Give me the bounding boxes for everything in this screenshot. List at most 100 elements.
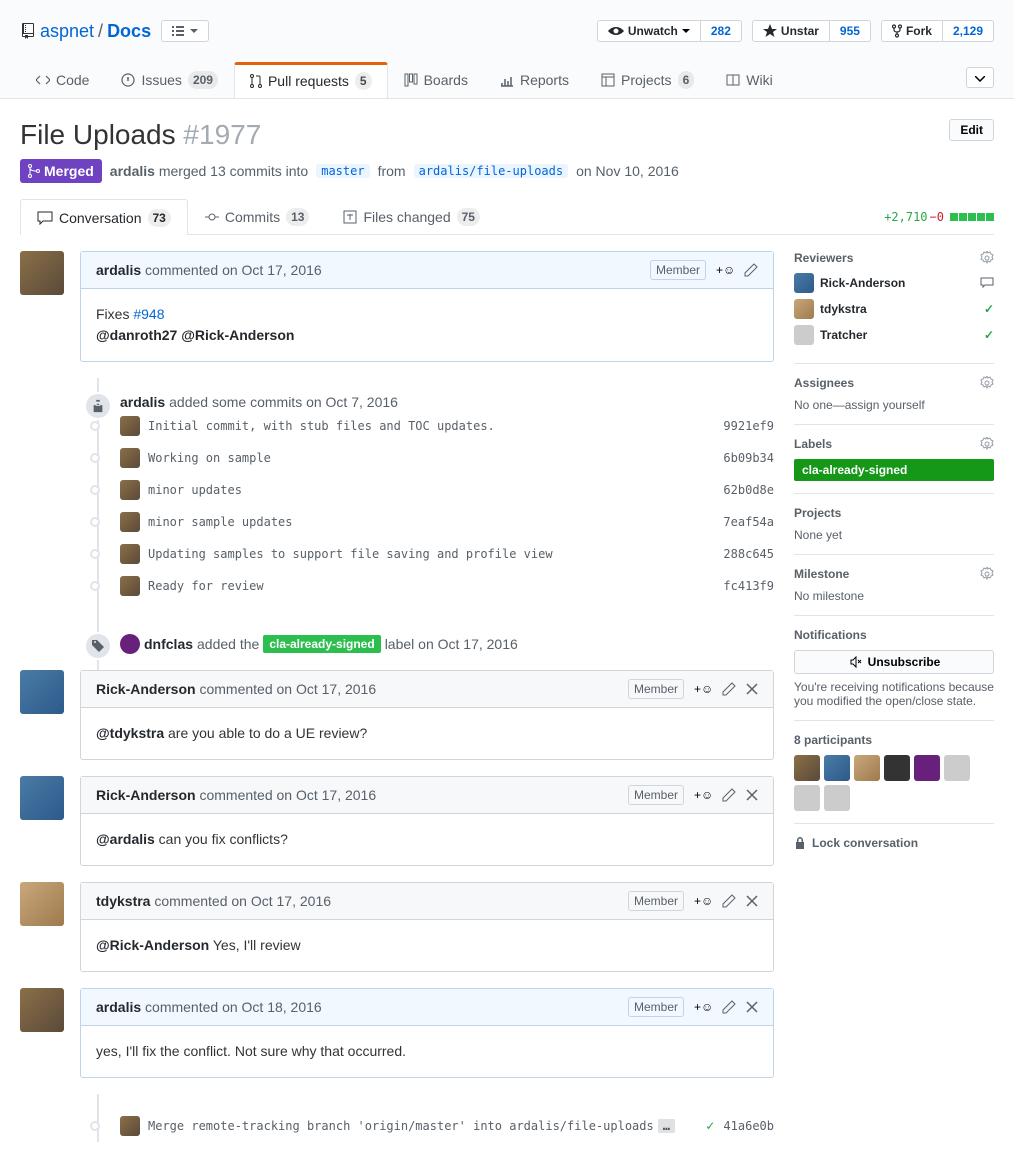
commit-sha[interactable]: fc413f9 xyxy=(723,579,774,593)
star-count[interactable]: 955 xyxy=(830,20,871,42)
commit-sha[interactable]: 6b09b34 xyxy=(723,451,774,465)
tab-files[interactable]: Files changed 75 xyxy=(326,199,497,234)
expand-ellipsis-button[interactable]: … xyxy=(658,1119,675,1133)
watch-count[interactable]: 282 xyxy=(701,20,742,42)
fork-button[interactable]: Fork xyxy=(881,20,943,42)
lock-conversation-link[interactable]: Lock conversation xyxy=(794,824,994,850)
issue-link[interactable]: #948 xyxy=(133,306,164,322)
close-icon[interactable] xyxy=(746,1001,758,1013)
label[interactable]: cla-already-signed xyxy=(263,635,380,653)
avatar[interactable] xyxy=(120,416,140,436)
commit-message[interactable]: Working on sample xyxy=(148,451,723,465)
label[interactable]: cla-already-signed xyxy=(794,459,994,481)
commit-message[interactable]: Updating samples to support file saving … xyxy=(148,547,723,561)
tab-code[interactable]: Code xyxy=(20,62,105,98)
commit-message[interactable]: Initial commit, with stub files and TOC … xyxy=(148,419,723,433)
tab-projects[interactable]: Projects 6 xyxy=(585,62,710,98)
tab-boards[interactable]: Boards xyxy=(388,62,484,98)
avatar[interactable] xyxy=(914,755,940,781)
add-reaction-icon[interactable]: +☺ xyxy=(694,999,712,1015)
reviewer-row[interactable]: Tratcher✓ xyxy=(794,325,994,345)
head-branch[interactable]: ardalis/file-uploads xyxy=(414,164,569,178)
commit-message[interactable]: minor updates xyxy=(148,483,723,497)
close-icon[interactable] xyxy=(746,789,758,801)
caret-down-icon xyxy=(682,29,690,33)
avatar[interactable] xyxy=(20,251,64,295)
add-reaction-icon[interactable]: +☺ xyxy=(716,262,734,278)
avatar[interactable] xyxy=(120,512,140,532)
tab-commits[interactable]: Commits 13 xyxy=(188,199,327,234)
edit-button[interactable]: Edit xyxy=(949,119,994,141)
project-switcher[interactable] xyxy=(161,20,209,42)
commit-sha[interactable]: 288c645 xyxy=(723,547,774,561)
base-branch[interactable]: master xyxy=(316,164,369,178)
gear-icon[interactable] xyxy=(980,251,994,265)
add-reaction-icon[interactable]: +☺ xyxy=(694,787,712,803)
avatar[interactable] xyxy=(120,544,140,564)
avatar[interactable] xyxy=(824,785,850,811)
avatar[interactable] xyxy=(20,988,64,1032)
avatar[interactable] xyxy=(20,776,64,820)
commit-sha[interactable]: 9921ef9 xyxy=(723,419,774,433)
avatar[interactable] xyxy=(794,785,820,811)
issue-icon xyxy=(121,73,135,87)
check-icon[interactable]: ✓ xyxy=(705,1119,715,1133)
lock-icon xyxy=(794,836,806,850)
avatar[interactable] xyxy=(854,755,880,781)
repo-icon xyxy=(20,23,36,39)
svg-text:+☺: +☺ xyxy=(716,263,734,277)
close-icon[interactable] xyxy=(746,895,758,907)
commit-sha[interactable]: 41a6e0b xyxy=(723,1119,774,1133)
gear-icon[interactable] xyxy=(980,567,994,581)
reports-icon xyxy=(500,73,514,87)
comment-author[interactable]: ardalis xyxy=(96,262,141,278)
gear-icon[interactable] xyxy=(980,437,994,451)
commit-message[interactable]: minor sample updates xyxy=(148,515,723,529)
avatar[interactable] xyxy=(120,448,140,468)
tab-issues[interactable]: Issues 209 xyxy=(105,62,234,98)
add-reaction-icon[interactable]: +☺ xyxy=(694,681,712,697)
commit-sha[interactable]: 7eaf54a xyxy=(723,515,774,529)
avatar[interactable] xyxy=(120,1116,140,1136)
nav-overflow-button[interactable] xyxy=(966,67,994,88)
gear-icon[interactable] xyxy=(980,376,994,390)
commit-sha[interactable]: 62b0d8e xyxy=(723,483,774,497)
diff-icon xyxy=(343,210,357,224)
tab-wiki[interactable]: Wiki xyxy=(710,62,788,98)
pencil-icon[interactable] xyxy=(722,894,736,908)
star-button[interactable]: Unstar xyxy=(752,20,830,42)
comment-icon xyxy=(980,277,994,289)
repo-push-icon xyxy=(91,399,105,413)
avatar[interactable] xyxy=(120,634,140,654)
avatar[interactable] xyxy=(120,480,140,500)
pencil-icon[interactable] xyxy=(722,682,736,696)
avatar[interactable] xyxy=(20,670,64,714)
fork-count[interactable]: 2,129 xyxy=(943,20,994,42)
avatar[interactable] xyxy=(794,755,820,781)
pencil-icon[interactable] xyxy=(722,1000,736,1014)
reviewer-row[interactable]: tdykstra✓ xyxy=(794,299,994,319)
assign-self-link[interactable]: No one—assign yourself xyxy=(794,398,994,412)
avatar[interactable] xyxy=(944,755,970,781)
commit-message[interactable]: Ready for review xyxy=(148,579,723,593)
close-icon[interactable] xyxy=(746,683,758,695)
breadcrumb-repo[interactable]: Docs xyxy=(107,21,151,42)
unsubscribe-button[interactable]: Unsubscribe xyxy=(794,650,994,674)
pencil-icon[interactable] xyxy=(722,788,736,802)
avatar[interactable] xyxy=(884,755,910,781)
tab-conversation[interactable]: Conversation 73 xyxy=(20,199,188,235)
pencil-icon[interactable] xyxy=(744,263,758,277)
tab-reports[interactable]: Reports xyxy=(484,62,585,98)
avatar[interactable] xyxy=(120,576,140,596)
tab-pull-requests[interactable]: Pull requests 5 xyxy=(234,62,388,98)
chevron-down-icon xyxy=(975,76,985,82)
watch-button[interactable]: Unwatch xyxy=(597,20,701,42)
add-reaction-icon[interactable]: +☺ xyxy=(694,893,712,909)
breadcrumb-owner[interactable]: aspnet xyxy=(40,21,94,42)
avatar[interactable] xyxy=(824,755,850,781)
tag-icon xyxy=(91,639,105,653)
merge-author[interactable]: ardalis xyxy=(110,163,155,179)
reviewer-row[interactable]: Rick-Anderson xyxy=(794,273,994,293)
avatar[interactable] xyxy=(20,882,64,926)
eye-icon xyxy=(608,25,624,37)
